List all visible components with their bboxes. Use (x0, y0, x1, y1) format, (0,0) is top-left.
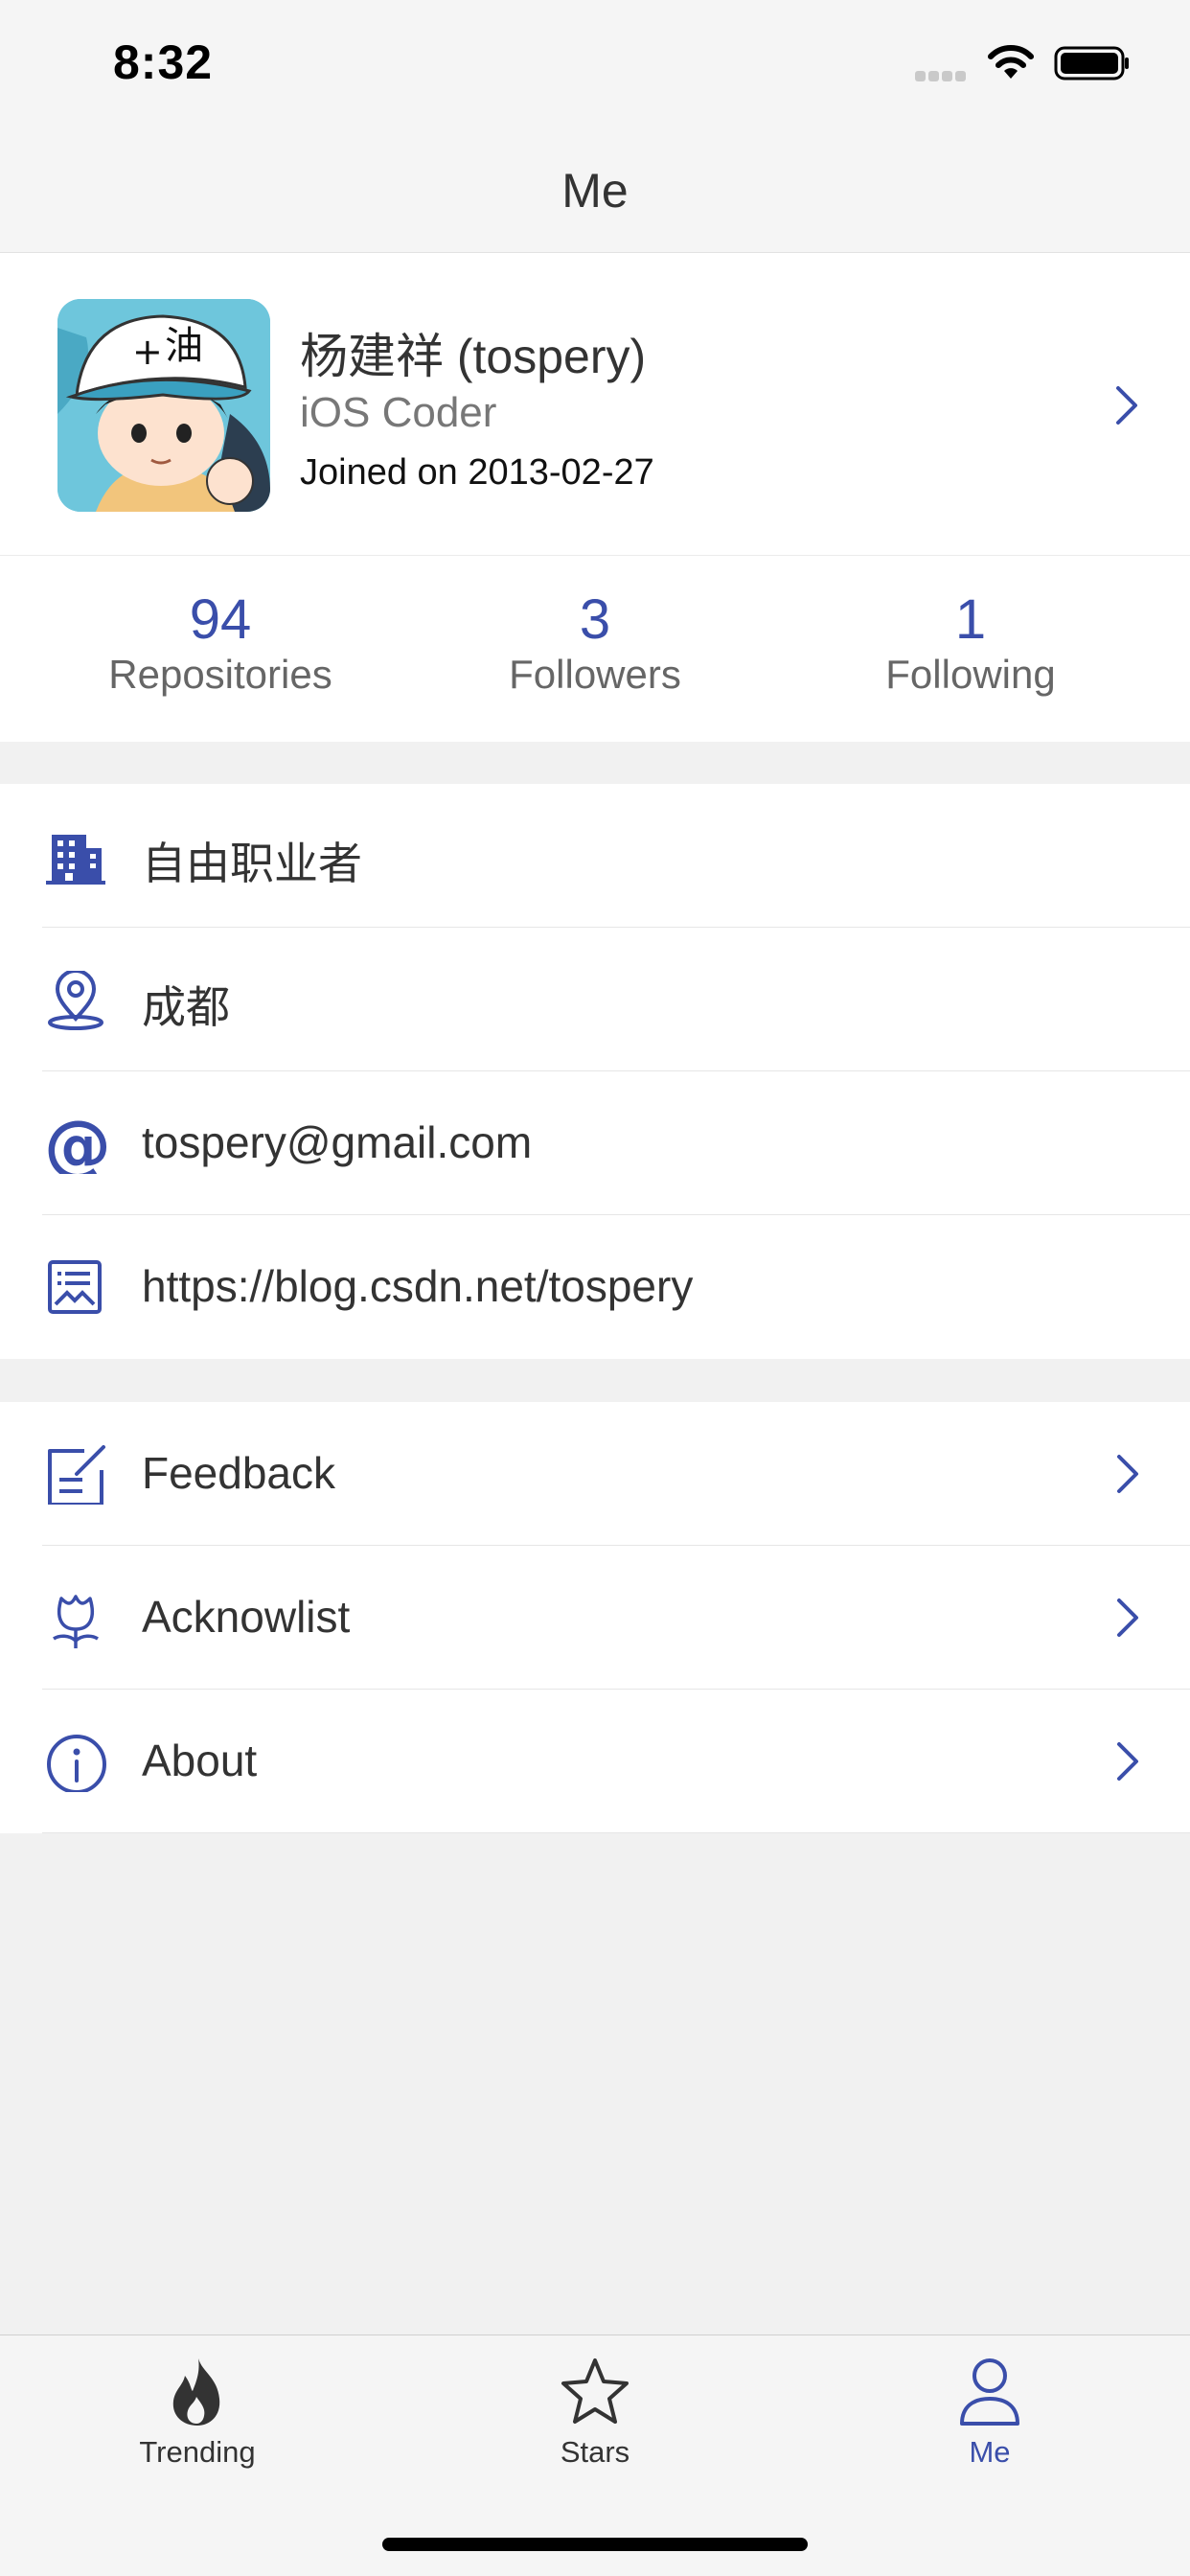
chevron-right-icon (1116, 386, 1137, 425)
navigation-bar: Me (0, 126, 1190, 253)
menu-item-acknowlist[interactable]: Acknowlist (0, 1546, 1190, 1690)
list-item-company: 自由职业者 (0, 784, 1190, 928)
stat-label: Following (885, 652, 1056, 697)
status-bar: 8:32 (0, 0, 1190, 126)
email-label: tospery@gmail.com (142, 1117, 533, 1167)
feedback-icon (48, 1445, 105, 1505)
list-item-blog[interactable]: https://blog.csdn.net/tospery (0, 1215, 1190, 1359)
wifi-icon (988, 45, 1034, 79)
tab-label: Stars (560, 2435, 630, 2469)
building-icon (46, 835, 105, 885)
profile-name: 杨建祥 (tospery) (300, 330, 647, 383)
menu-item-feedback[interactable]: Feedback (0, 1402, 1190, 1546)
stat-label: Repositories (108, 652, 332, 697)
location-icon (48, 971, 103, 1030)
signal-icon (915, 69, 971, 81)
stat-following[interactable]: 1 Following (779, 590, 1162, 698)
tab-stars[interactable]: Stars (480, 2357, 710, 2470)
menu-section: Feedback Acknowlist About (0, 1402, 1190, 1833)
at-icon: @ (44, 1115, 109, 1174)
menu-item-label: About (142, 1736, 258, 1785)
chevron-right-icon (1117, 1598, 1138, 1637)
avatar-illustration: + 油 (57, 299, 270, 512)
svg-text:@: @ (44, 1115, 109, 1174)
svg-text:油: 油 (165, 324, 203, 368)
company-label: 自由职业者 (142, 839, 362, 888)
battery-icon (1054, 46, 1129, 80)
stat-label: Followers (509, 652, 681, 697)
tab-label: Me (969, 2435, 1011, 2469)
svg-text:+: + (132, 331, 163, 373)
avatar: + 油 (57, 299, 270, 512)
tab-me[interactable]: Me (875, 2357, 1105, 2470)
stat-followers[interactable]: 3 Followers (403, 590, 787, 698)
blog-icon (48, 1260, 102, 1314)
info-section: 自由职业者 成都 @ tospery@gmail.com https://blo… (0, 784, 1190, 1359)
stat-repositories[interactable]: 94 Repositories (29, 590, 412, 698)
stats-bar: 94 Repositories 3 Followers 1 Following (0, 556, 1190, 742)
chevron-right-icon (1117, 1742, 1138, 1781)
tab-label: Trending (139, 2435, 256, 2469)
info-icon (47, 1735, 106, 1792)
person-icon (960, 2358, 1019, 2426)
menu-item-about[interactable]: About (0, 1690, 1190, 1833)
stat-value: 3 (579, 588, 611, 651)
menu-item-label: Acknowlist (142, 1592, 351, 1642)
tab-trending[interactable]: Trending (82, 2357, 312, 2470)
profile-joined-date: Joined on 2013-02-27 (300, 452, 654, 493)
star-icon (561, 2358, 629, 2424)
home-indicator[interactable] (382, 2538, 808, 2551)
menu-item-label: Feedback (142, 1448, 336, 1498)
blog-label: https://blog.csdn.net/tospery (142, 1261, 694, 1311)
profile-bio: iOS Coder (300, 389, 497, 436)
chevron-right-icon (1117, 1455, 1138, 1493)
location-label: 成都 (142, 982, 230, 1032)
list-item-location: 成都 (0, 928, 1190, 1071)
status-time: 8:32 (113, 35, 214, 89)
page-title: Me (561, 164, 629, 218)
stat-value: 1 (954, 588, 987, 651)
flower-icon (53, 1595, 99, 1648)
list-item-email[interactable]: @ tospery@gmail.com (0, 1071, 1190, 1215)
stat-value: 94 (189, 588, 252, 651)
profile-header[interactable]: + 油 杨建祥 (tospery) iOS Coder Joined on 20… (0, 253, 1190, 556)
flame-icon (172, 2358, 220, 2426)
